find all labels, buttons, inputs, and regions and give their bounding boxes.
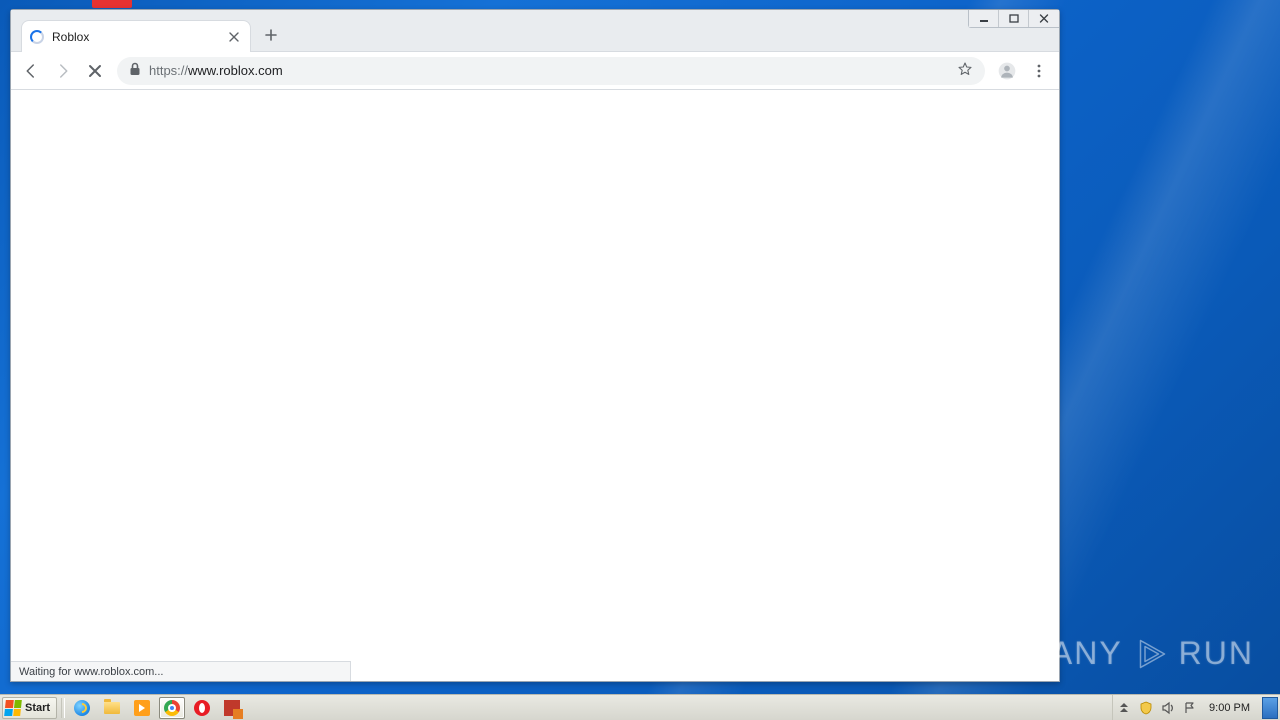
media-player-icon [134,700,150,716]
tray-volume-icon[interactable] [1159,699,1177,717]
quick-launch [67,697,247,719]
taskbar-clock[interactable]: 9:00 PM [1203,702,1256,714]
bookmark-star-icon[interactable] [957,61,973,80]
chrome-icon [164,700,180,716]
opera-icon [194,700,210,716]
nav-forward-button[interactable] [49,57,77,85]
status-text: Waiting for www.roblox.com... [19,666,163,678]
app-icon [224,700,240,716]
tray-shield-icon[interactable] [1137,699,1155,717]
page-viewport: Waiting for www.roblox.com... [11,90,1059,681]
loading-spinner-icon [30,30,44,44]
browser-toolbar: https://www.roblox.com [11,52,1059,90]
internet-explorer-icon [74,700,90,716]
browser-titlebar[interactable]: Roblox [11,10,1059,52]
browser-menu-button[interactable] [1025,57,1053,85]
tab-strip: Roblox [11,10,285,51]
taskbar-item-app[interactable] [219,697,245,719]
window-close-button[interactable] [1029,10,1059,27]
status-bar: Waiting for www.roblox.com... [11,661,351,681]
tray-flag-icon[interactable] [1181,699,1199,717]
address-bar[interactable]: https://www.roblox.com [117,57,985,85]
taskbar-separator [61,698,65,718]
nav-back-button[interactable] [17,57,45,85]
watermark-left: ANY [1051,635,1123,672]
taskbar-item-opera[interactable] [189,697,215,719]
profile-avatar-button[interactable] [993,57,1021,85]
window-controls [968,10,1059,28]
start-label: Start [25,702,50,714]
start-button[interactable]: Start [2,697,57,719]
system-tray: 9:00 PM [1112,695,1280,720]
windows-taskbar: Start 9:00 PM [0,694,1280,720]
window-maximize-button[interactable] [999,10,1029,27]
taskbar-item-explorer[interactable] [99,697,125,719]
taskbar-item-chrome[interactable] [159,697,185,719]
tab-close-button[interactable] [226,29,242,45]
window-minimize-button[interactable] [969,10,999,27]
tab-title: Roblox [52,30,218,44]
tab-roblox[interactable]: Roblox [21,20,251,52]
windows-logo-icon [4,700,22,716]
show-desktop-button[interactable] [1262,697,1278,719]
background-window-peek [92,0,132,8]
address-url: https://www.roblox.com [149,63,949,78]
anyrun-watermark: ANY RUN [1051,635,1254,672]
chrome-browser-window: Roblox [10,9,1060,682]
new-tab-button[interactable] [257,21,285,49]
taskbar-item-ie[interactable] [69,697,95,719]
play-outline-icon [1133,636,1169,672]
folder-icon [104,702,120,714]
nav-stop-button[interactable] [81,57,109,85]
taskbar-item-media-player[interactable] [129,697,155,719]
watermark-right: RUN [1179,635,1254,672]
tray-expand-button[interactable] [1115,699,1133,717]
lock-icon [129,62,141,79]
